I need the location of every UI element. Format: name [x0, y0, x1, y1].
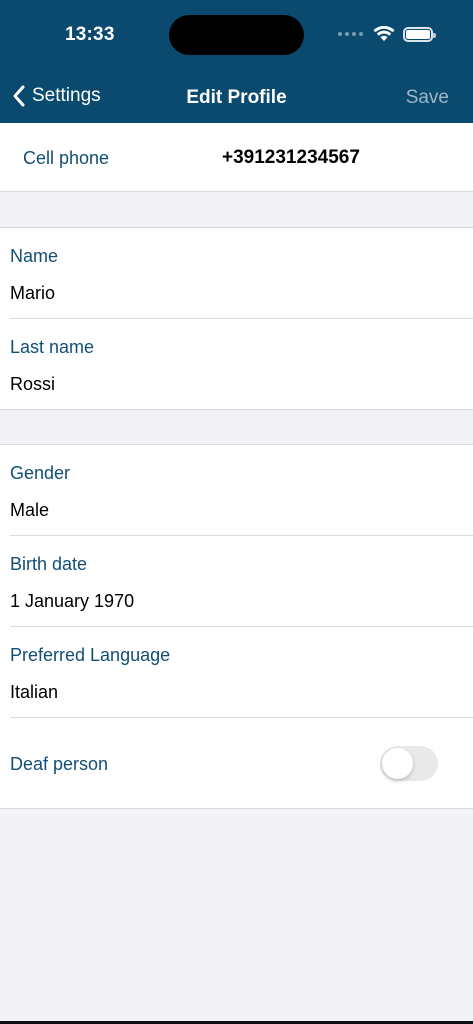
- status-time: 13:33: [65, 24, 115, 45]
- preferred-language-label: Preferred Language: [10, 645, 171, 665]
- name-field[interactable]: Name Mario: [0, 228, 473, 319]
- chevron-left-icon: [12, 84, 26, 108]
- header: 13:33 Settings Edit Profile Save: [0, 0, 473, 123]
- status-indicators: [338, 26, 436, 42]
- preferred-language-field[interactable]: Preferred Language Italian: [0, 627, 473, 718]
- preferred-language-value[interactable]: Italian: [10, 682, 58, 703]
- name-group: Name Mario Last name Rossi: [0, 227, 473, 410]
- toggle-knob: [382, 748, 413, 779]
- last-name-label: Last name: [10, 337, 95, 357]
- cell-phone-label: Cell phone: [23, 148, 110, 168]
- last-name-field[interactable]: Last name Rossi: [0, 319, 473, 410]
- deaf-person-label: Deaf person: [10, 754, 109, 774]
- cell-phone-row: Cell phone +391231234567: [0, 123, 473, 192]
- cell-phone-value: +391231234567: [222, 147, 360, 168]
- birth-date-field[interactable]: Birth date 1 January 1970: [0, 536, 473, 627]
- dynamic-island: [169, 15, 304, 55]
- gender-field[interactable]: Gender Male: [0, 445, 473, 536]
- birth-date-label: Birth date: [10, 554, 88, 574]
- gender-value[interactable]: Male: [10, 500, 49, 521]
- name-value[interactable]: Mario: [10, 283, 55, 304]
- back-button[interactable]: Settings: [12, 84, 101, 108]
- birth-date-value[interactable]: 1 January 1970: [10, 591, 134, 612]
- last-name-value[interactable]: Rossi: [10, 374, 55, 395]
- cellular-signal-icon: [338, 32, 363, 36]
- name-label: Name: [10, 246, 59, 266]
- back-button-label: Settings: [32, 85, 101, 106]
- deaf-person-row: Deaf person: [0, 718, 473, 809]
- edit-profile-screen: 13:33 Settings Edit Profile Save Cell ph…: [0, 0, 473, 1024]
- details-group: Gender Male Birth date 1 January 1970 Pr…: [0, 444, 473, 809]
- gender-label: Gender: [10, 463, 71, 483]
- battery-icon: [403, 26, 436, 42]
- deaf-person-toggle[interactable]: [380, 746, 438, 781]
- wifi-icon: [373, 26, 395, 42]
- save-button[interactable]: Save: [406, 87, 449, 109]
